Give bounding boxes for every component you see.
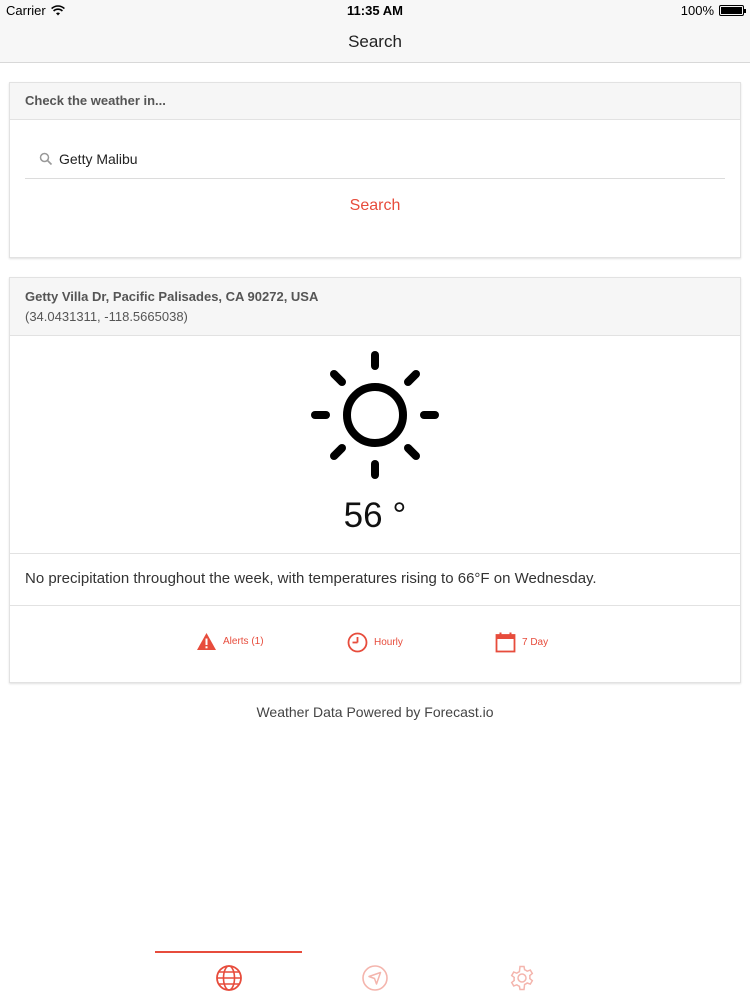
search-input[interactable] bbox=[59, 150, 659, 167]
battery-fill bbox=[721, 7, 742, 14]
active-tab-indicator bbox=[155, 951, 302, 953]
location-header: Getty Villa Dr, Pacific Palisades, CA 90… bbox=[10, 278, 740, 336]
search-card: Check the weather in... Search bbox=[9, 82, 741, 258]
battery-percent: 100% bbox=[680, 3, 714, 18]
tab-bar bbox=[0, 950, 750, 1000]
gear-icon bbox=[510, 965, 534, 991]
clock-icon bbox=[347, 632, 368, 653]
location-arrow-icon bbox=[362, 965, 388, 991]
sun-icon bbox=[311, 351, 439, 479]
search-icon bbox=[39, 152, 53, 165]
divider bbox=[10, 605, 740, 606]
weather-actions: Alerts (1) Hourly 7 Day bbox=[10, 632, 740, 658]
tab-search[interactable] bbox=[215, 964, 243, 992]
search-row[interactable] bbox=[25, 139, 725, 179]
status-right: 100% bbox=[680, 3, 746, 18]
battery-icon bbox=[719, 5, 746, 16]
status-bar: Carrier 11:35 AM 100% bbox=[0, 0, 750, 22]
hourly-button[interactable]: Hourly bbox=[347, 632, 403, 653]
search-button[interactable]: Search bbox=[10, 197, 740, 215]
tab-settings[interactable] bbox=[508, 964, 536, 992]
location-coordinates: (34.0431311, -118.5665038) bbox=[25, 309, 188, 324]
globe-icon bbox=[216, 965, 242, 991]
tab-location[interactable] bbox=[361, 964, 389, 992]
alert-triangle-icon bbox=[197, 633, 216, 650]
weather-summary: No precipitation throughout the week, wi… bbox=[25, 570, 597, 587]
hourly-label: Hourly bbox=[374, 637, 403, 648]
calendar-icon bbox=[495, 632, 516, 653]
seven-day-label: 7 Day bbox=[522, 637, 549, 648]
divider bbox=[10, 553, 740, 554]
nav-bar: Search bbox=[0, 22, 750, 63]
weather-icon-container bbox=[10, 350, 740, 480]
status-time: 11:35 AM bbox=[347, 3, 403, 18]
seven-day-button[interactable]: 7 Day bbox=[495, 632, 548, 653]
alerts-label: Alerts (1) bbox=[223, 636, 264, 647]
alerts-button[interactable]: Alerts (1) bbox=[196, 632, 264, 651]
weather-result-card: Getty Villa Dr, Pacific Palisades, CA 90… bbox=[9, 277, 741, 683]
location-address: Getty Villa Dr, Pacific Palisades, CA 90… bbox=[25, 289, 319, 304]
page-title: Search bbox=[348, 32, 402, 51]
powered-by-text: Weather Data Powered by Forecast.io bbox=[256, 704, 494, 720]
search-card-header: Check the weather in... bbox=[10, 83, 740, 120]
temperature: 56 ° bbox=[343, 496, 407, 535]
